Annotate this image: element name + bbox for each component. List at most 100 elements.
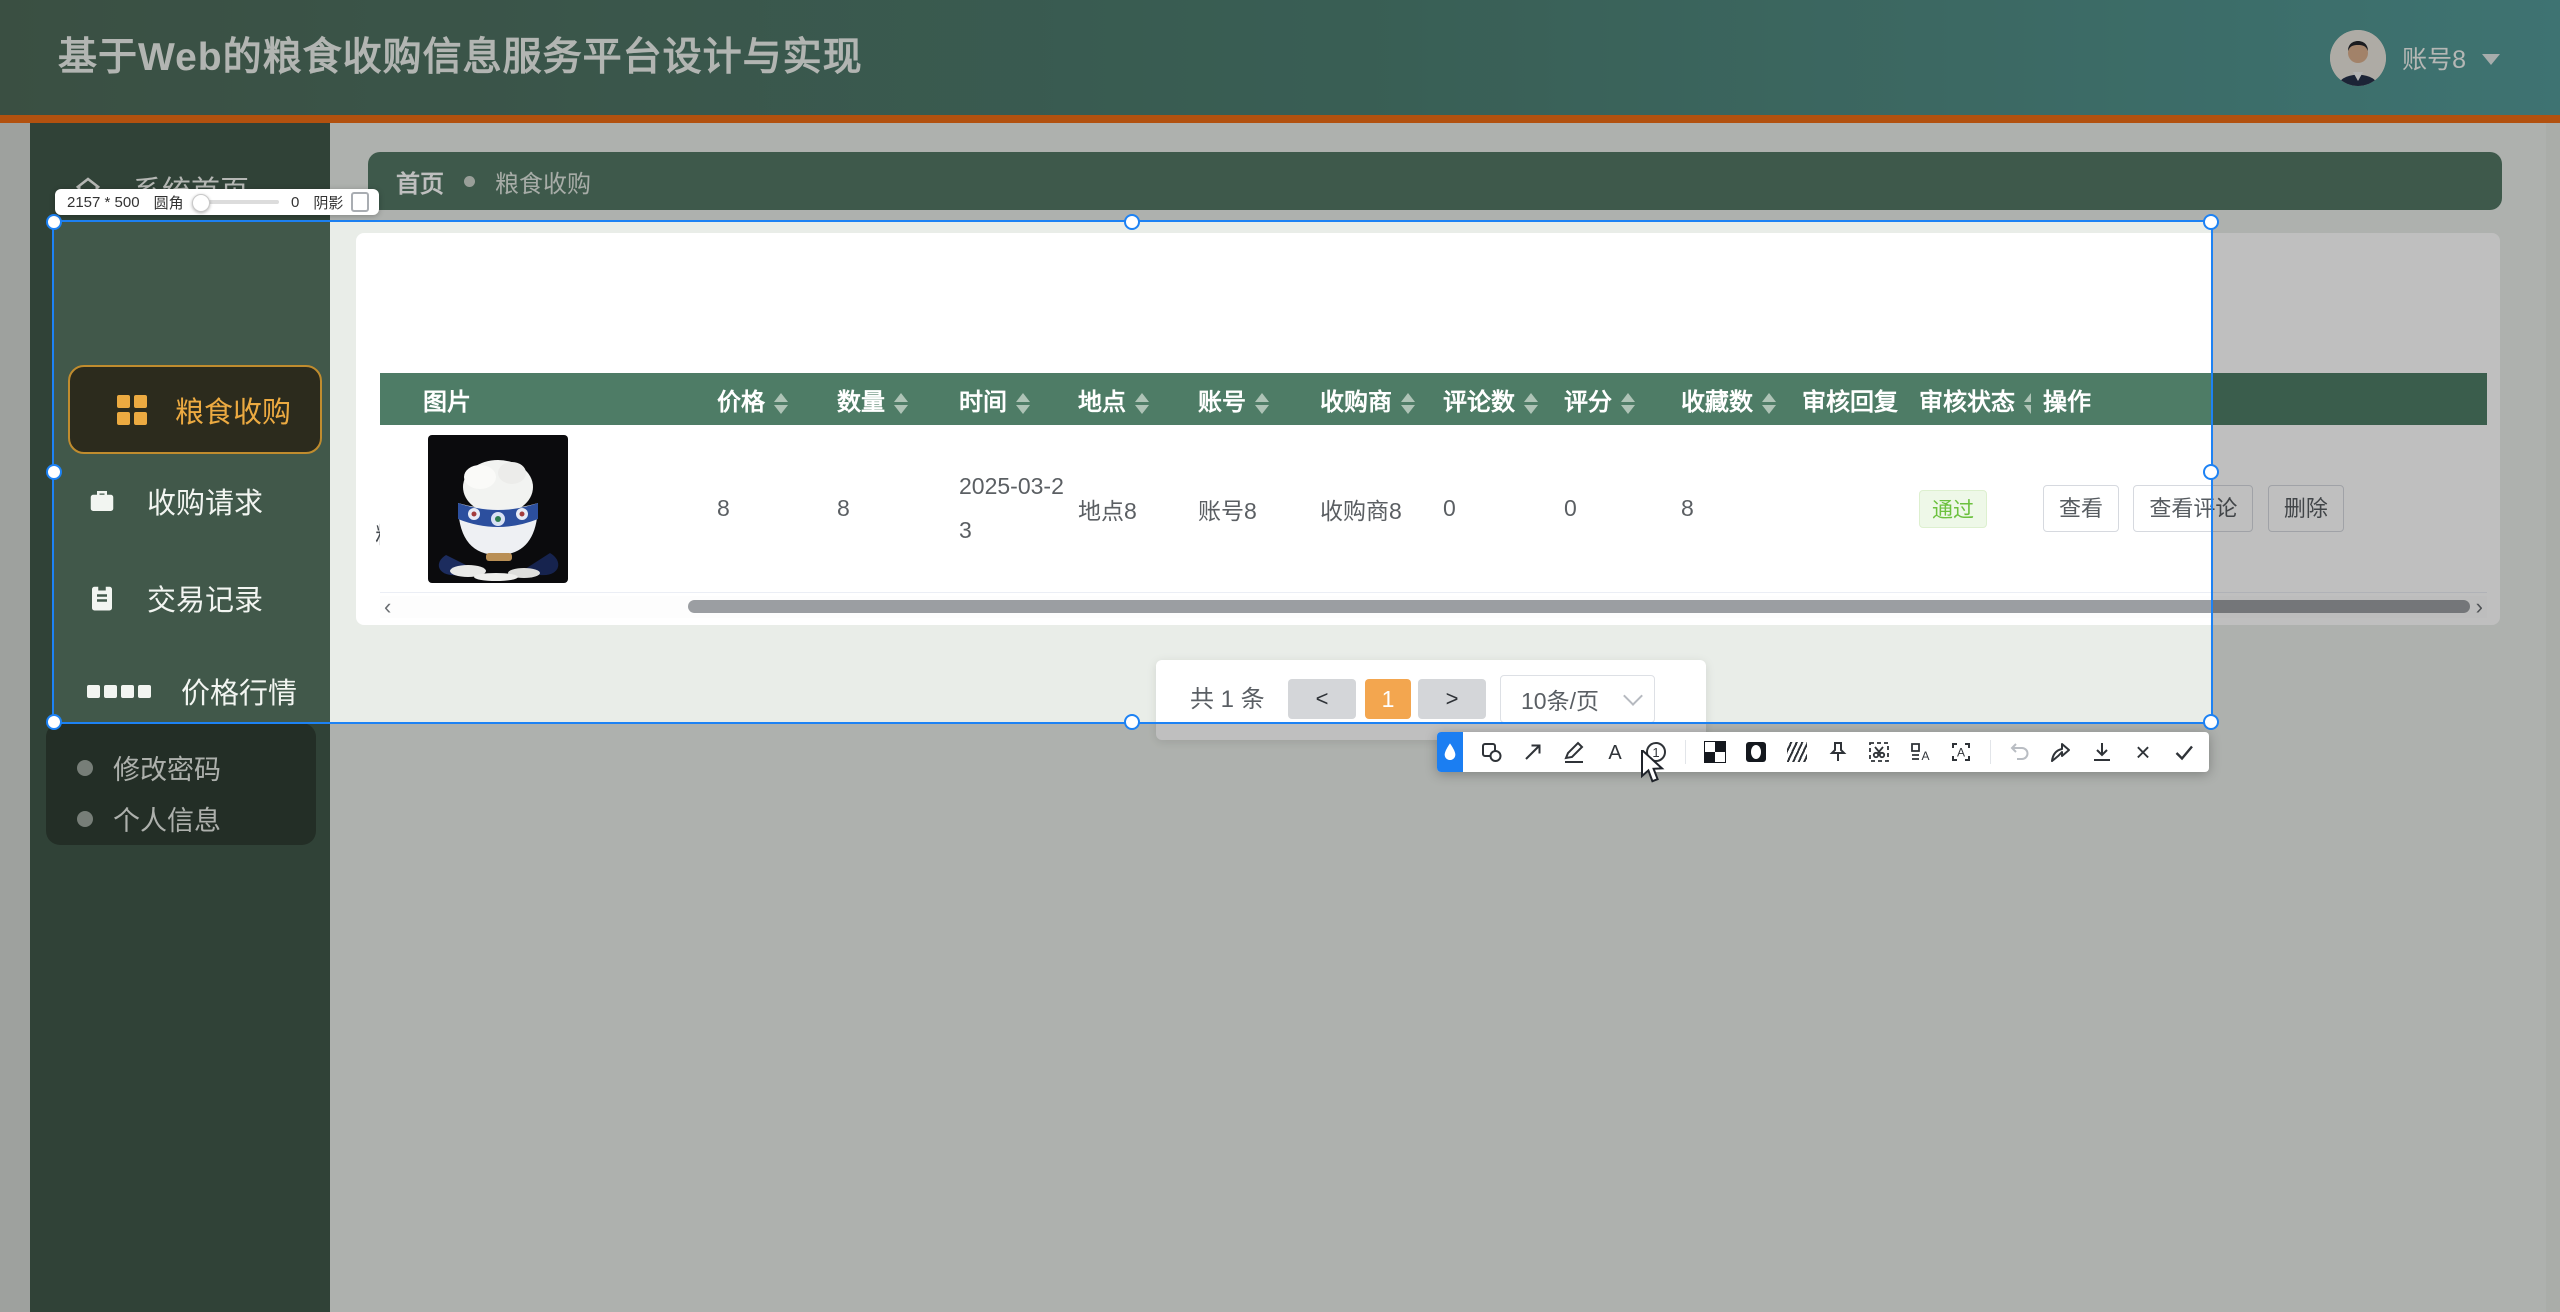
cell-place: 地点8	[1066, 425, 1186, 593]
sort-caret-icon[interactable]	[1401, 393, 1415, 414]
column-header[interactable]: 数量	[825, 373, 947, 425]
username[interactable]: 账号8	[2402, 40, 2466, 76]
column-header[interactable]: 账号	[1186, 373, 1308, 425]
pin-icon[interactable]	[1826, 740, 1850, 764]
sort-caret-icon[interactable]	[1016, 393, 1030, 414]
scroll-left-icon[interactable]: ‹	[384, 596, 391, 618]
avatar[interactable]	[2330, 30, 2386, 86]
marker-droplet-icon[interactable]	[1437, 732, 1463, 772]
column-header[interactable]: 评论数	[1431, 373, 1552, 425]
next-page-button[interactable]: >	[1418, 679, 1486, 719]
sidebar-item-purchase-request[interactable]: 收购请求	[87, 480, 263, 522]
sort-caret-icon[interactable]	[774, 393, 788, 414]
page-number-button[interactable]: 1	[1365, 679, 1411, 719]
pagination-total: 共 1 条	[1190, 660, 1265, 740]
breadcrumb-home[interactable]: 首页	[396, 164, 444, 199]
grain-purchase-table: 图片 价格 数量 时间 地点 账号 收购商 评论数 评分 收藏数 审核回复 审核…	[380, 373, 2487, 593]
breadcrumb-separator-dot	[464, 176, 475, 187]
content-card: 粮食名称 品种 请选择品种 是否通过 是否通过 查询 添加 删除 图片 价格 数…	[356, 233, 2500, 625]
cell-quantity: 8	[825, 425, 947, 593]
chevron-down-icon[interactable]	[2482, 54, 2500, 65]
sort-caret-icon[interactable]	[1135, 393, 1149, 414]
selection-handle-bottom-left[interactable]	[46, 714, 62, 730]
page-scrollbar[interactable]	[2546, 123, 2560, 1312]
selection-handle-bottom-mid[interactable]	[1124, 714, 1140, 730]
shadow-checkbox[interactable]	[351, 192, 369, 212]
shapes-icon[interactable]	[1480, 740, 1504, 764]
download-icon[interactable]	[2090, 740, 2114, 764]
sidebar-item-label: 收购请求	[147, 480, 263, 522]
prev-page-button[interactable]: <	[1288, 679, 1356, 719]
cell-score: 0	[1552, 425, 1669, 593]
snip-toolbar: A 1 A A	[1437, 732, 2209, 772]
selection-handle-bottom-right[interactable]	[2203, 714, 2219, 730]
column-header[interactable]: 地点	[1066, 373, 1186, 425]
bullet-icon	[77, 811, 93, 827]
page-title: 基于Web的粮食收购信息服务平台设计与实现	[58, 0, 863, 115]
svg-text:A: A	[1921, 749, 1929, 763]
ocr-extract-icon[interactable]: A	[1908, 740, 1932, 764]
view-comments-button[interactable]: 查看评论	[2133, 485, 2253, 532]
crop-scissors-icon[interactable]	[1867, 740, 1891, 764]
sort-caret-icon[interactable]	[1762, 393, 1776, 414]
corner-radius-slider[interactable]	[194, 200, 279, 204]
spotlight-icon[interactable]	[1744, 740, 1768, 764]
column-header[interactable]: 收购商	[1308, 373, 1431, 425]
pencil-icon[interactable]	[1562, 740, 1586, 764]
submenu-item-personal-info[interactable]: 个人信息	[77, 799, 221, 838]
cell-review-status: 通过	[1907, 425, 2031, 593]
sidebar-item-price-market[interactable]: 价格行情	[87, 670, 297, 712]
sidebar-item-label: 粮食收购	[175, 389, 291, 431]
confirm-icon[interactable]	[2172, 740, 2196, 764]
ocr-area-icon[interactable]: A	[1949, 740, 1973, 764]
header-accent-bar	[0, 115, 2560, 123]
table-horizontal-scrollbar[interactable]: ‹ ›	[380, 596, 2487, 618]
personal-center-submenu: 修改密码 个人信息	[46, 723, 316, 845]
column-header[interactable]: 时间	[947, 373, 1066, 425]
sidebar-item-label: 交易记录	[147, 577, 263, 619]
table-row: 8 8 2025-03-23 地点8 账号8 收购商8 0 0 8 通过 查看 …	[380, 425, 2487, 593]
text-tool-icon[interactable]: A	[1603, 740, 1627, 764]
sidebar-item-trade-records[interactable]: 交易记录	[87, 577, 263, 619]
user-menu[interactable]: 账号8	[2330, 0, 2500, 115]
sort-caret-icon[interactable]	[1524, 393, 1538, 414]
cancel-icon[interactable]: ×	[2131, 740, 2155, 764]
arrow-icon[interactable]	[1521, 740, 1545, 764]
screenshot-canvas: { "header": { "title": "基于Web的粮食收购信息服务平台…	[0, 0, 2560, 1312]
column-header[interactable]: 收藏数	[1669, 373, 1790, 425]
page-size-select[interactable]: 10条/页	[1500, 675, 1655, 723]
corner-radius-value: 0	[291, 194, 299, 211]
column-header[interactable]: 审核状态	[1907, 373, 2031, 425]
app-header: 基于Web的粮食收购信息服务平台设计与实现 账号8	[0, 0, 2560, 115]
submenu-item-label: 修改密码	[113, 748, 221, 787]
column-header[interactable]: 价格	[705, 373, 825, 425]
sidebar: 系统首页 粮食收购 收购请求 交易记录 价格行情	[30, 123, 330, 1312]
column-header[interactable]: 审核回复	[1790, 373, 1907, 425]
view-button[interactable]: 查看	[2043, 485, 2119, 532]
scroll-right-icon[interactable]: ›	[2476, 596, 2483, 618]
sort-caret-icon[interactable]	[1621, 393, 1635, 414]
breadcrumb-current: 粮食收购	[495, 164, 591, 199]
corner-radius-label: 圆角	[154, 192, 184, 213]
sort-caret-icon[interactable]	[894, 393, 908, 414]
undo-icon[interactable]	[2008, 740, 2032, 764]
sort-caret-icon[interactable]	[1255, 393, 1269, 414]
selection-handle-top-right[interactable]	[2203, 214, 2219, 230]
column-header[interactable]: 评分	[1552, 373, 1669, 425]
scrollbar-thumb[interactable]	[688, 600, 2470, 613]
selection-handle-top-mid[interactable]	[1124, 214, 1140, 230]
selection-handle-top-left[interactable]	[46, 214, 62, 230]
row-delete-button[interactable]: 删除	[2268, 485, 2344, 532]
selection-handle-left-mid[interactable]	[46, 464, 62, 480]
rice-bowl-photo[interactable]	[428, 435, 568, 583]
submenu-item-change-password[interactable]: 修改密码	[77, 748, 221, 787]
mosaic-icon[interactable]	[1703, 740, 1727, 764]
sort-caret-icon[interactable]	[2024, 393, 2031, 414]
share-icon[interactable]	[2049, 740, 2073, 764]
cell-review-reply	[1790, 425, 1907, 593]
sidebar-item-grain-purchase[interactable]: 粮食收购	[68, 365, 322, 454]
selection-handle-right-mid[interactable]	[2203, 464, 2219, 480]
slider-thumb[interactable]	[192, 194, 210, 212]
briefcase-icon	[87, 486, 117, 516]
blur-icon[interactable]	[1785, 740, 1809, 764]
